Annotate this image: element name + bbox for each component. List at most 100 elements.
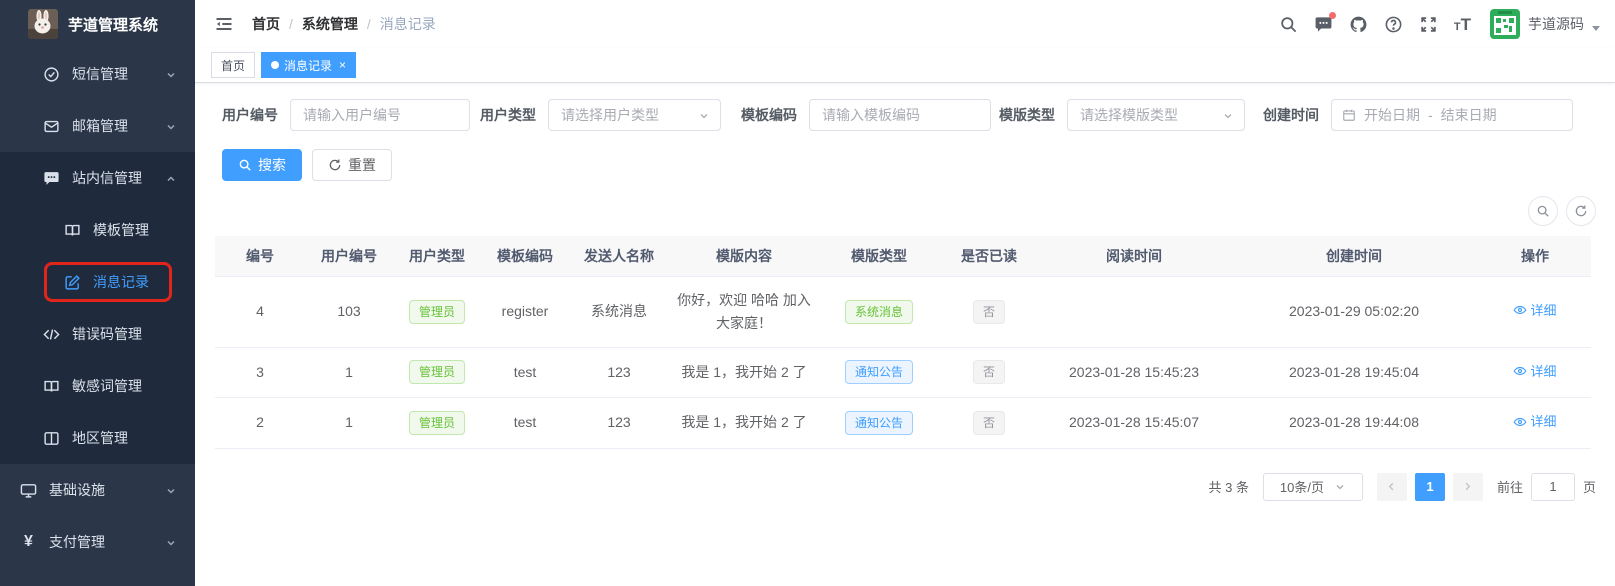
yen-icon: ¥ (20, 533, 37, 551)
sidebar-item-sensitive[interactable]: 敏感词管理 (0, 360, 195, 412)
page-number-current[interactable]: 1 (1415, 473, 1445, 501)
close-icon[interactable]: × (339, 59, 346, 71)
col-header-create-time: 创建时间 (1229, 236, 1479, 276)
col-header-user-id: 用户编号 (305, 236, 393, 276)
search-button[interactable]: 搜索 (222, 149, 302, 181)
refresh-icon (1574, 204, 1588, 218)
calendar-icon (1342, 108, 1356, 122)
cell-read-time (1039, 276, 1229, 347)
sidebar-item-notify[interactable]: 站内信管理 (0, 152, 195, 204)
breadcrumb-home[interactable]: 首页 (252, 14, 280, 34)
sidebar-item-infra[interactable]: 基础设施 (0, 464, 195, 516)
sidebar-menu: 短信管理 邮箱管理 站内信管理 模板管理 消息记录 (0, 48, 195, 586)
sidebar-item-template[interactable]: 模板管理 (0, 204, 195, 256)
user-type-badge: 管理员 (409, 411, 465, 435)
cell-user-type: 管理员 (393, 276, 481, 347)
navbar-actions: TT 芋道源码 (1274, 9, 1600, 39)
breadcrumb-system[interactable]: 系统管理 (302, 14, 358, 34)
user-menu[interactable]: 芋道源码 (1490, 9, 1600, 39)
goto-page-input[interactable] (1531, 473, 1575, 501)
search-icon (238, 158, 252, 172)
search-icon[interactable] (1274, 10, 1303, 39)
template-code-input[interactable] (809, 99, 991, 131)
page-content: 用户编号 用户类型 请选择用户类型 模板编码 模版类型 (195, 83, 1615, 586)
filter-label: 模板编码 (741, 105, 797, 125)
detail-link[interactable]: 详细 (1513, 360, 1556, 383)
sidebar-item-sms[interactable]: 短信管理 (0, 48, 195, 100)
toggle-search-button[interactable] (1528, 196, 1558, 226)
sidebar-item-label: 基础设施 (49, 480, 105, 500)
reset-button[interactable]: 重置 (312, 149, 392, 181)
end-date-placeholder[interactable]: 结束日期 (1441, 105, 1497, 125)
app-root: 芋道管理系统 短信管理 邮箱管理 站内信管理 模板管理 (0, 0, 1615, 586)
chevron-down-icon (1334, 481, 1346, 493)
cell-create-time: 2023-01-28 19:45:04 (1229, 347, 1479, 398)
template-type-select[interactable]: 请选择模版类型 (1067, 99, 1245, 131)
message-record-table: 编号 用户编号 用户类型 模板编码 发送人名称 模版内容 模版类型 是否已读 阅… (215, 236, 1591, 449)
sidebar-item-label: 敏感词管理 (72, 376, 142, 396)
start-date-placeholder[interactable]: 开始日期 (1364, 105, 1420, 125)
chevron-up-icon (165, 172, 177, 184)
cell-is-read: 否 (939, 276, 1039, 347)
app-logo[interactable]: 芋道管理系统 (0, 0, 195, 48)
cell-template-type: 通知公告 (819, 398, 939, 449)
col-header-actions: 操作 (1479, 236, 1591, 276)
filter-actions: 搜索 重置 (222, 149, 1596, 181)
date-range-picker[interactable]: 开始日期 - 结束日期 (1331, 99, 1573, 131)
cell-template-type: 系统消息 (819, 276, 939, 347)
col-header-template-code: 模板编码 (481, 236, 569, 276)
font-size-icon[interactable]: TT (1449, 11, 1476, 38)
is-read-badge: 否 (973, 360, 1005, 384)
sidebar-item-label: 邮箱管理 (72, 116, 128, 136)
filter-user-type: 用户类型 请选择用户类型 (480, 99, 721, 131)
help-icon[interactable] (1379, 10, 1408, 39)
pager: 1 (1377, 473, 1483, 501)
sidebar-item-label: 短信管理 (72, 64, 128, 84)
detail-link[interactable]: 详细 (1513, 410, 1556, 433)
goto-label: 前往 (1497, 477, 1523, 496)
monitor-icon (20, 482, 37, 499)
tab-message-record[interactable]: 消息记录 × (261, 52, 356, 78)
user-type-select[interactable]: 请选择用户类型 (548, 99, 721, 131)
select-placeholder: 请选择模版类型 (1080, 105, 1178, 125)
table-row: 2 1 管理员 test 123 我是 1，我开始 2 了 通知公告 否 202… (215, 398, 1591, 449)
cell-id: 3 (215, 347, 305, 398)
cell-actions: 详细 (1479, 398, 1591, 449)
user-id-input[interactable] (290, 99, 470, 131)
cell-content: 你好，欢迎 哈哈 加入大家庭！ (669, 276, 819, 347)
next-page-button[interactable] (1453, 473, 1483, 501)
fullscreen-icon[interactable] (1414, 10, 1443, 39)
cell-actions: 详细 (1479, 347, 1591, 398)
cell-read-time: 2023-01-28 15:45:23 (1039, 347, 1229, 398)
sidebar-item-region[interactable]: 地区管理 (0, 412, 195, 464)
user-type-badge: 管理员 (409, 300, 465, 324)
cell-id: 4 (215, 276, 305, 347)
sidebar-item-mail[interactable]: 邮箱管理 (0, 100, 195, 152)
cell-sender: 123 (569, 398, 669, 449)
cell-template-code: test (481, 398, 569, 449)
sidebar-item-errcode[interactable]: 错误码管理 (0, 308, 195, 360)
filter-template-type: 模版类型 请选择模版类型 (999, 99, 1245, 131)
refresh-table-button[interactable] (1566, 196, 1596, 226)
prev-page-button[interactable] (1377, 473, 1407, 501)
tags-view-bar: 首页 消息记录 × (195, 48, 1615, 83)
sidebar-item-message-record[interactable]: 消息记录 (0, 256, 195, 308)
top-navbar: 首页 / 系统管理 / 消息记录 (195, 0, 1615, 48)
tab-home[interactable]: 首页 (211, 52, 255, 78)
table-toolbar (215, 196, 1596, 226)
messages-icon[interactable] (1309, 10, 1338, 39)
sidebar-fold-icon[interactable] (210, 10, 238, 38)
active-dot-icon (271, 61, 279, 69)
github-icon[interactable] (1344, 10, 1373, 39)
chevron-down-icon (165, 484, 177, 496)
user-name: 芋道源码 (1528, 14, 1584, 34)
page-size-select[interactable]: 10条/页 (1263, 473, 1363, 501)
sidebar-item-label: 错误码管理 (72, 324, 142, 344)
sidebar-item-payment[interactable]: ¥ 支付管理 (0, 516, 195, 568)
chat-bubble-icon (43, 170, 60, 187)
detail-link[interactable]: 详细 (1513, 299, 1556, 322)
search-icon (1536, 204, 1550, 218)
filter-label: 用户类型 (480, 105, 536, 125)
sidebar-item-label: 地区管理 (72, 428, 128, 448)
col-header-content: 模版内容 (669, 236, 819, 276)
